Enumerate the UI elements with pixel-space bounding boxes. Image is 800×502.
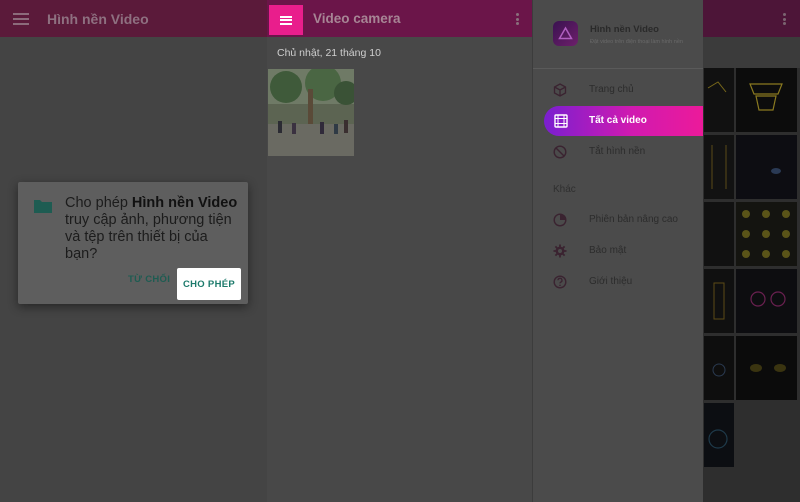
more-options-icon[interactable] — [783, 13, 786, 25]
navigation-drawer: Hình nền Video Đặt video trên điện thoại… — [533, 0, 703, 502]
drawer-app-subtitle: Đặt video trên điện thoại làm hình nền — [590, 39, 683, 45]
app-bar-background — [703, 0, 800, 37]
wallpaper-tile[interactable] — [704, 269, 734, 333]
menu-icon — [280, 15, 292, 25]
drawer-item-all-videos[interactable]: Tất cả video — [544, 106, 703, 136]
dialog-app-name: Hình nền Video — [131, 195, 238, 211]
video-camera-screen: Video camera Chủ nhật, 21 tháng 10 — [267, 0, 532, 502]
video-thumbnail[interactable] — [268, 69, 354, 156]
drawer-section-header: Khác — [553, 184, 576, 195]
drawer-item-label: Giới thiệu — [589, 276, 633, 287]
drawer-item-about[interactable]: Giới thiệu — [533, 267, 703, 297]
wallpaper-tile[interactable] — [736, 135, 797, 199]
menu-button[interactable] — [269, 5, 303, 35]
app-bar: Video camera — [267, 0, 532, 37]
drawer-item-label: Tất cả video — [589, 115, 647, 126]
gear-icon — [553, 244, 567, 258]
drawer-item-label: Tắt hình nền — [589, 146, 646, 157]
menu-icon[interactable] — [13, 12, 29, 25]
allow-button[interactable]: CHO PHÉP — [177, 268, 241, 300]
drawer-item-premium[interactable]: Phiên bản nâng cao — [533, 205, 703, 235]
drawer-item-disable-wallpaper[interactable]: Tắt hình nền — [533, 137, 703, 167]
wallpaper-tile[interactable] — [704, 336, 734, 400]
app-bar: Hình nền Video — [0, 0, 267, 37]
app-logo-icon — [553, 21, 578, 46]
drawer-item-security[interactable]: Bảo mật — [533, 236, 703, 266]
film-icon — [554, 114, 568, 128]
permission-screen: Hình nền Video Cho phép Hình nền Video t… — [0, 0, 267, 502]
wallpaper-tile[interactable] — [704, 68, 734, 132]
block-icon — [553, 145, 567, 159]
pie-icon — [553, 213, 567, 227]
help-icon — [553, 275, 567, 289]
drawer-app-name: Hình nền Video — [590, 24, 659, 35]
tab-strip — [703, 37, 800, 68]
folder-icon — [34, 200, 52, 213]
wallpaper-tile[interactable] — [704, 135, 734, 199]
wallpaper-tile[interactable] — [736, 269, 797, 333]
wallpaper-tile[interactable] — [736, 202, 797, 266]
wallpaper-tile[interactable] — [736, 336, 797, 400]
wallpaper-tile[interactable] — [704, 202, 734, 266]
dialog-message: Cho phép Hình nền Video truy cập ảnh, ph… — [65, 195, 238, 262]
wallpaper-tile[interactable] — [736, 68, 797, 132]
app-bar-title: Video camera — [313, 11, 401, 26]
screen-root: Hình nền Video Cho phép Hình nền Video t… — [0, 0, 800, 502]
drawer-item-label: Phiên bản nâng cao — [589, 214, 678, 225]
drawer-header: Hình nền Video Đặt video trên điện thoại… — [533, 0, 703, 69]
wallpaper-tile[interactable] — [704, 403, 734, 467]
cube-icon — [553, 83, 567, 97]
drawer-item-home[interactable]: Trang chủ — [533, 75, 703, 105]
app-bar-title: Hình nền Video — [47, 10, 149, 27]
more-options-icon[interactable] — [516, 13, 519, 25]
date-header: Chủ nhật, 21 tháng 10 — [277, 47, 381, 59]
deny-button[interactable]: TỪ CHỐI — [128, 274, 170, 285]
drawer-screen: Hình nền Video Đặt video trên điện thoại… — [533, 0, 800, 502]
wallpaper-grid — [704, 68, 800, 468]
drawer-item-label: Trang chủ — [589, 84, 634, 95]
drawer-item-label: Bảo mật — [589, 245, 627, 256]
